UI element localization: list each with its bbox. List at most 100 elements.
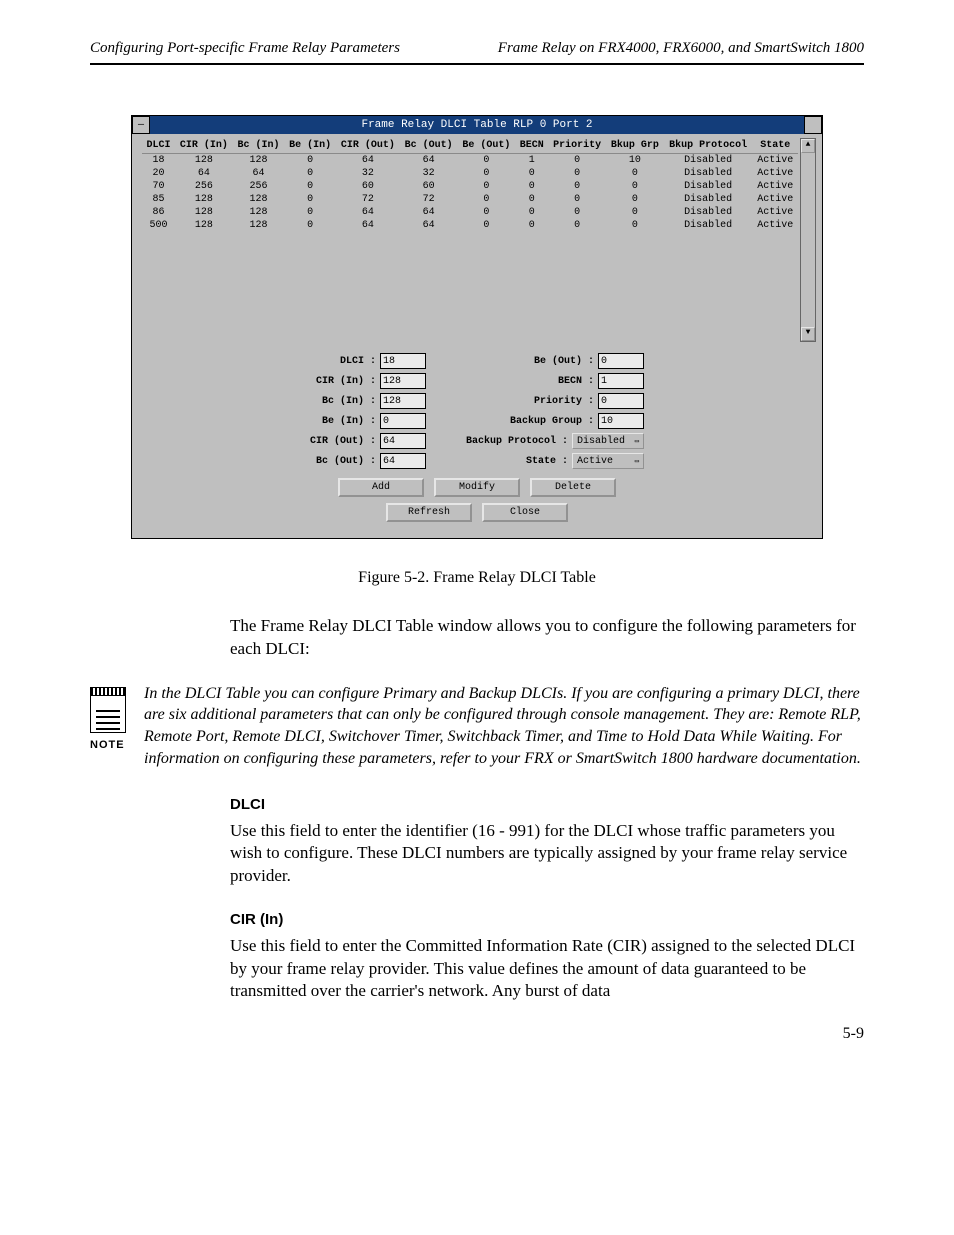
- field-label: Bc (Out) :: [316, 456, 376, 467]
- delete-button[interactable]: Delete: [530, 478, 616, 497]
- field-input[interactable]: [380, 433, 426, 449]
- table-cell: 0: [458, 193, 516, 206]
- table-cell: 10: [606, 154, 664, 168]
- table-cell: 0: [515, 206, 548, 219]
- table-cell: 128: [233, 219, 285, 232]
- table-cell: 256: [175, 180, 233, 193]
- table-cell: Disabled: [664, 167, 753, 180]
- table-cell: 0: [606, 167, 664, 180]
- header-right: Frame Relay on FRX4000, FRX6000, and Sma…: [498, 40, 864, 57]
- close-button[interactable]: Close: [482, 503, 568, 522]
- table-cell: 0: [458, 206, 516, 219]
- table-cell: 128: [175, 193, 233, 206]
- table-cell: 0: [548, 167, 606, 180]
- table-cell: 0: [515, 193, 548, 206]
- table-cell: 32: [336, 167, 400, 180]
- field-label: Bc (In) :: [322, 396, 376, 407]
- field-input[interactable]: [380, 393, 426, 409]
- field-label: Be (In) :: [322, 416, 376, 427]
- table-cell: 0: [606, 180, 664, 193]
- table-cell: 0: [284, 154, 336, 168]
- table-cell: 64: [336, 154, 400, 168]
- header-rule: [90, 63, 864, 65]
- note-text: In the DLCI Table you can configure Prim…: [144, 683, 864, 769]
- column-header: Priority: [548, 138, 606, 154]
- column-header: Bkup Protocol: [664, 138, 753, 154]
- column-header: Be (In): [284, 138, 336, 154]
- table-cell: 0: [548, 219, 606, 232]
- field-input[interactable]: [380, 353, 426, 369]
- column-header: Bkup Grp: [606, 138, 664, 154]
- column-header: DLCI: [142, 138, 175, 154]
- note-label: NOTE: [90, 739, 126, 751]
- column-header: State: [753, 138, 799, 154]
- table-cell: 60: [336, 180, 400, 193]
- table-cell: 128: [175, 219, 233, 232]
- table-row[interactable]: 206464032320000DisabledActive: [142, 167, 798, 180]
- field-input[interactable]: [380, 373, 426, 389]
- table-cell: 0: [284, 219, 336, 232]
- field-label: DLCI :: [340, 356, 376, 367]
- section-text-cir: Use this field to enter the Committed In…: [230, 935, 864, 1004]
- minimize-icon[interactable]: [804, 116, 822, 134]
- dropdown[interactable]: Active: [572, 453, 644, 469]
- column-header: Bc (In): [233, 138, 285, 154]
- field-input[interactable]: [380, 413, 426, 429]
- table-cell: 0: [515, 180, 548, 193]
- table-cell: 64: [233, 167, 285, 180]
- table-cell: 86: [142, 206, 175, 219]
- column-header: BECN: [515, 138, 548, 154]
- section-text-dlci: Use this field to enter the identifier (…: [230, 820, 864, 889]
- table-cell: 128: [233, 154, 285, 168]
- table-cell: 0: [284, 180, 336, 193]
- field-input[interactable]: [598, 413, 644, 429]
- table-cell: 32: [400, 167, 458, 180]
- table-cell: 64: [175, 167, 233, 180]
- table-cell: 0: [458, 154, 516, 168]
- dlci-window: — Frame Relay DLCI Table RLP 0 Port 2 DL…: [131, 115, 823, 539]
- table-cell: 0: [606, 206, 664, 219]
- table-cell: 0: [284, 167, 336, 180]
- table-cell: 72: [336, 193, 400, 206]
- table-cell: 70: [142, 180, 175, 193]
- figure-caption: Figure 5-2. Frame Relay DLCI Table: [90, 569, 864, 587]
- field-input[interactable]: [380, 453, 426, 469]
- header-left: Configuring Port-specific Frame Relay Pa…: [90, 40, 400, 57]
- system-menu-icon[interactable]: —: [132, 116, 150, 134]
- table-row[interactable]: 500128128064640000DisabledActive: [142, 219, 798, 232]
- field-input[interactable]: [598, 353, 644, 369]
- modify-button[interactable]: Modify: [434, 478, 520, 497]
- field-input[interactable]: [598, 373, 644, 389]
- table-cell: 85: [142, 193, 175, 206]
- add-button[interactable]: Add: [338, 478, 424, 497]
- scroll-track[interactable]: [801, 153, 815, 327]
- scroll-down-icon[interactable]: ▼: [801, 327, 815, 341]
- table-cell: 0: [515, 167, 548, 180]
- table-cell: 0: [515, 219, 548, 232]
- table-cell: Disabled: [664, 193, 753, 206]
- table-row[interactable]: 85128128072720000DisabledActive: [142, 193, 798, 206]
- note-icon: NOTE: [90, 687, 126, 751]
- table-cell: Active: [753, 219, 799, 232]
- scroll-up-icon[interactable]: ▲: [801, 139, 815, 153]
- column-header: CIR (In): [175, 138, 233, 154]
- column-header: Be (Out): [458, 138, 516, 154]
- field-label: Backup Group :: [510, 416, 594, 427]
- dropdown[interactable]: Disabled: [572, 433, 644, 449]
- table-cell: 128: [233, 206, 285, 219]
- table-cell: 64: [400, 206, 458, 219]
- vertical-scrollbar[interactable]: ▲ ▼: [800, 138, 816, 342]
- window-title: Frame Relay DLCI Table RLP 0 Port 2: [150, 119, 804, 131]
- table-cell: Disabled: [664, 219, 753, 232]
- field-label: BECN :: [558, 376, 594, 387]
- table-cell: Active: [753, 180, 799, 193]
- table-row[interactable]: 181281280646401010DisabledActive: [142, 154, 798, 168]
- field-label: CIR (In) :: [316, 376, 376, 387]
- column-header: Bc (Out): [400, 138, 458, 154]
- field-input[interactable]: [598, 393, 644, 409]
- table-cell: 60: [400, 180, 458, 193]
- table-cell: 72: [400, 193, 458, 206]
- table-row[interactable]: 86128128064640000DisabledActive: [142, 206, 798, 219]
- table-row[interactable]: 70256256060600000DisabledActive: [142, 180, 798, 193]
- refresh-button[interactable]: Refresh: [386, 503, 472, 522]
